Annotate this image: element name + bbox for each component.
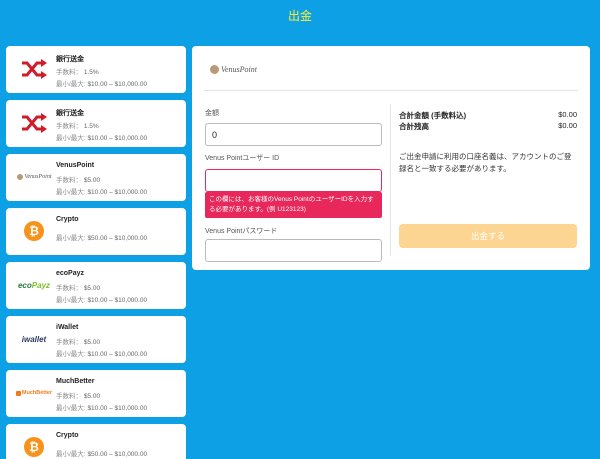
divider — [204, 90, 578, 91]
payment-method-bank-transfer[interactable]: 銀行送金 手数料： 1.5% 最小/最大: $10.00 – $10,000.0… — [6, 46, 186, 93]
iwallet-logo: iwallet — [21, 334, 47, 344]
method-name: ecoPayz — [56, 270, 85, 277]
method-name: iWallet — [56, 324, 79, 331]
amount-input[interactable] — [205, 123, 382, 146]
method-limits: 最小/最大: $10.00 – $10,000.00 — [56, 297, 148, 304]
total-value: $0.00 — [558, 110, 577, 119]
method-limits: 最小/最大: $10.00 – $10,000.00 — [56, 135, 148, 142]
method-limits: 最小/最大: $10.00 – $10,000.00 — [56, 81, 148, 88]
method-name: MuchBetter — [56, 378, 95, 385]
balance-row: 合計残高 $0.00 — [399, 121, 577, 132]
balance-value: $0.00 — [558, 121, 577, 130]
payment-method-ecopayz[interactable]: ecoPayz ecoPayz 手数料： $5.00 最小/最大: $10.00… — [6, 262, 186, 309]
method-limits: 最小/最大: $10.00 – $10,000.00 — [56, 405, 148, 412]
account-name-note: ご出金申請に利用の口座名義は、アカウントのご登録名と一致する必要があります。 — [399, 152, 572, 173]
venuspoint-logo: VenusPoint — [210, 65, 257, 74]
method-fee: 手数料： 1.5% — [56, 69, 99, 76]
method-name: 銀行送金 — [56, 56, 84, 63]
venuspoint-logo: VenusPoint — [14, 163, 54, 191]
method-fee: 手数料： $5.00 — [56, 177, 101, 184]
method-fee: 手数料： $5.00 — [56, 339, 101, 346]
page-title: 出金 — [287, 9, 312, 23]
payment-method-iwallet[interactable]: iwallet iWallet 手数料： $5.00 最小/最大: $10.00… — [6, 316, 186, 363]
divider — [390, 104, 391, 256]
method-limits: 最小/最大: $10.00 – $10,000.00 — [56, 189, 148, 196]
payment-method-bank-transfer[interactable]: 銀行送金 手数料： 1.5% 最小/最大: $10.00 – $10,000.0… — [6, 100, 186, 147]
total-row: 合計金額 (手数料込) $0.00 — [399, 110, 577, 121]
payment-method-crypto[interactable]: ₿ Crypto 最小/最大: $50.00 – $10,000.00 — [6, 208, 186, 255]
method-name: Crypto — [56, 216, 79, 223]
user-id-error-message: この欄には、お客様のVenus PointのユーザーIDを入力する必要があります… — [205, 192, 382, 218]
withdrawal-panel: VenusPoint 金額 Venus Pointユーザー ID この欄には、お… — [192, 46, 590, 270]
amount-label: 金額 — [205, 110, 219, 117]
balance-label: 合計残高 — [399, 122, 429, 131]
bitcoin-icon: ₿ — [14, 217, 54, 245]
withdraw-button[interactable]: 出金する — [399, 224, 577, 248]
ecopayz-logo: ecoPayz — [17, 280, 51, 290]
user-id-input[interactable] — [205, 169, 382, 192]
total-label: 合計金額 (手数料込) — [399, 111, 467, 120]
method-name: 銀行送金 — [56, 110, 84, 117]
method-name: Crypto — [56, 432, 79, 439]
method-limits: 最小/最大: $50.00 – $10,000.00 — [56, 451, 148, 458]
shuffle-icon — [14, 109, 54, 137]
shuffle-icon — [14, 55, 54, 83]
muchbetter-logo: MuchBetter — [14, 379, 54, 407]
method-fee: 手数料： $5.00 — [56, 285, 101, 292]
payment-method-muchbetter[interactable]: MuchBetter MuchBetter 手数料： $5.00 最小/最大: … — [6, 370, 186, 417]
method-limits: 最小/最大: $50.00 – $10,000.00 — [56, 235, 148, 242]
method-fee: 手数料： $5.00 — [56, 393, 101, 400]
method-fee: 手数料： 1.5% — [56, 123, 99, 130]
user-id-label: Venus Pointユーザー ID — [205, 155, 280, 162]
password-label: Venus Pointパスワード — [205, 228, 278, 235]
payment-method-venuspoint[interactable]: VenusPoint VenusPoint 手数料： $5.00 最小/最大: … — [6, 154, 186, 201]
withdrawal-form: 金額 Venus Pointユーザー ID この欄には、お客様のVenus Po… — [205, 108, 383, 262]
method-name: VenusPoint — [56, 162, 95, 169]
method-limits: 最小/最大: $10.00 – $10,000.00 — [56, 351, 148, 358]
payment-method-list: 銀行送金 手数料： 1.5% 最小/最大: $10.00 – $10,000.0… — [6, 46, 186, 459]
bitcoin-icon: ₿ — [14, 433, 54, 459]
password-input[interactable] — [205, 239, 382, 262]
payment-method-crypto[interactable]: ₿ Crypto 最小/最大: $50.00 – $10,000.00 — [6, 424, 186, 459]
withdrawal-summary: 合計金額 (手数料込) $0.00 合計残高 $0.00 — [399, 110, 577, 132]
